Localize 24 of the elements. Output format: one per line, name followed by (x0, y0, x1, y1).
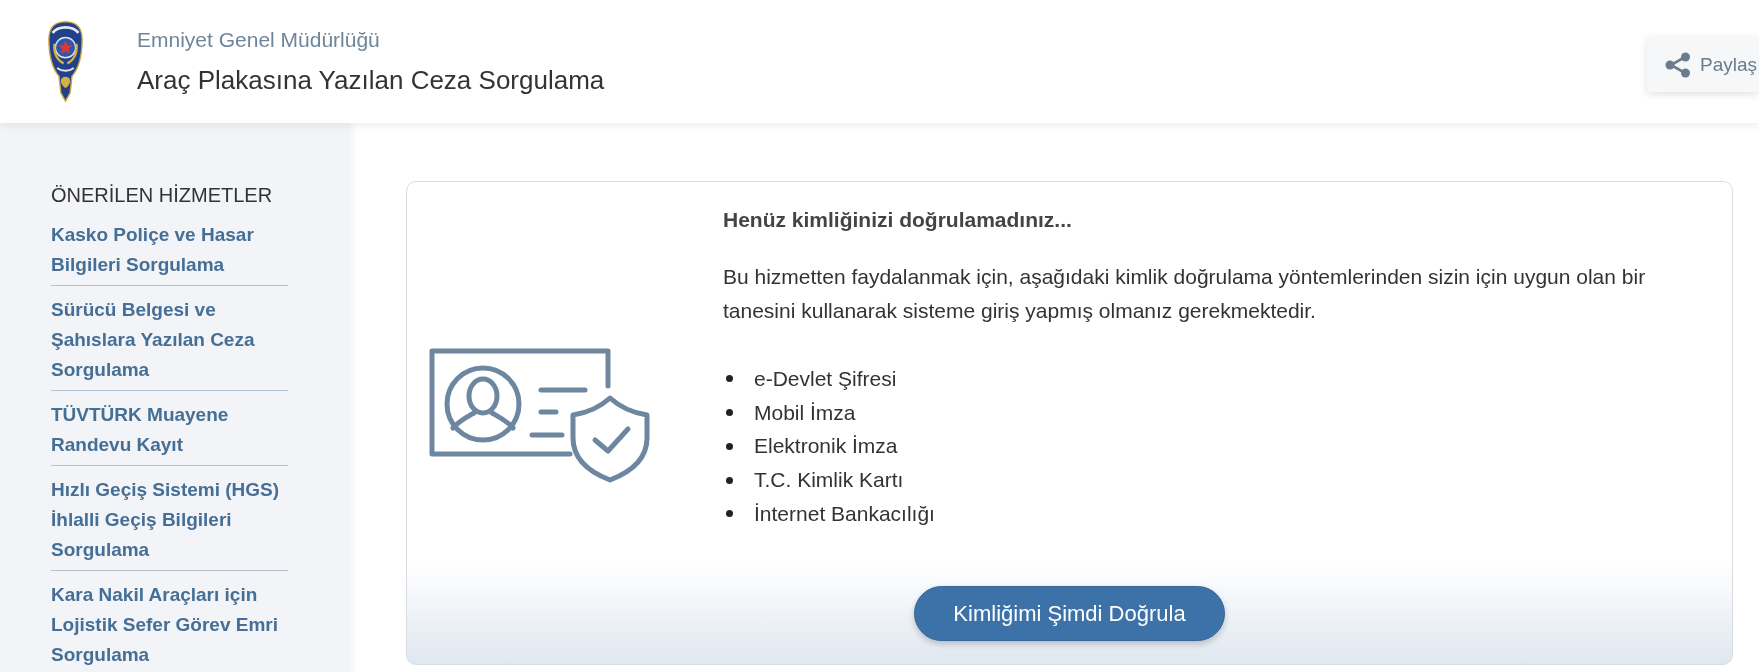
share-icon (1664, 51, 1691, 78)
method-item: e-Devlet Şifresi (754, 366, 897, 391)
sidebar-heading: ÖNERİLEN HİZMETLER (51, 183, 274, 207)
bullet-icon (726, 442, 733, 450)
page-title: Araç Plakasına Yazılan Ceza Sorgulama (137, 64, 605, 96)
bullet-icon (726, 409, 733, 417)
method-item: İnternet Bankacılığı (754, 501, 935, 526)
share-button[interactable]: Paylaş (1646, 37, 1759, 92)
id-card-shield-icon (429, 348, 653, 484)
service-link[interactable]: Hızlı Geçiş Sistemi (HGS) İhlalli Geçiş Bilgileri Sorgulama (51, 466, 288, 571)
card-heading: Henüz kimliğinizi doğrulamadınız... (723, 207, 1073, 233)
method-item: Mobil İmza (754, 400, 856, 425)
service-link[interactable]: Kasko Poliçe ve Hasar Bilgileri Sorgulama (51, 211, 288, 286)
organization-name: Emniyet Genel Müdürlüğü (137, 27, 381, 53)
description-text: Bu hizmetten faydalanmak için, aşağıdaki kimlik doğrulama yöntemlerinden sizin için uygun olan bir tanesini kullanarak sisteme giriş yapmış olmanız gerekmektedir. (723, 264, 1647, 324)
service-link[interactable]: Kara Nakil Araçları için Lojistik Sefer Görev Emri Sorgulama (51, 571, 288, 672)
method-item: Elektronik İmza (754, 434, 898, 459)
bullet-icon (726, 510, 733, 518)
bullet-icon (726, 476, 733, 484)
bullet-icon (726, 375, 733, 383)
verify-identity-button[interactable]: Kimliğimi Şimdi Doğrula (914, 586, 1225, 641)
service-link[interactable]: Sürücü Belgesi ve Şahıslara Yazılan Ceza Sorgulama (51, 286, 288, 391)
service-link[interactable]: TÜVTÜRK Muayene Randevu Kayıt (51, 391, 288, 466)
method-item: T.C. Kimlik Kartı (754, 468, 904, 493)
